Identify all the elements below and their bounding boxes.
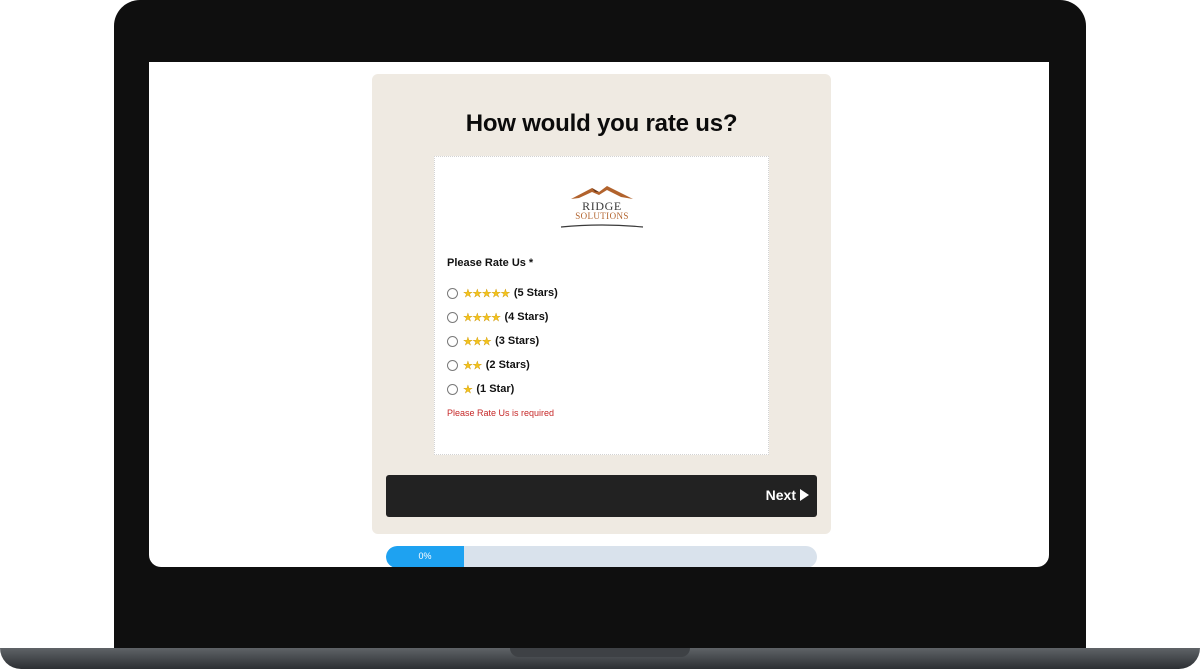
radio-button[interactable] [447,311,458,323]
rating-option-1[interactable]: ★ (1 Star) [447,377,558,401]
question-label: Please Rate Us * [447,257,534,269]
question-card: RIDGE SOLUTIONS Please Rate Us * ★★★★★ (… [434,156,769,455]
radio-button[interactable] [447,287,458,299]
progress-label: 0% [418,551,432,561]
rating-option-3[interactable]: ★★★ (3 Stars) [447,329,558,353]
star-icons: ★★ [463,359,483,372]
progress-bar: 0% [386,546,817,567]
star-icons: ★★★ [463,335,492,348]
next-button-label: Next [765,487,796,503]
radio-button[interactable] [447,335,458,347]
rating-option-5[interactable]: ★★★★★ (5 Stars) [447,281,558,305]
star-icons: ★★★★ [463,311,501,324]
rating-option-4[interactable]: ★★★★ (4 Stars) [447,305,558,329]
radio-button[interactable] [447,383,458,395]
option-label: (4 Stars) [504,311,549,323]
next-button[interactable]: Next [766,487,809,503]
laptop-notch [510,648,690,657]
radio-button[interactable] [447,359,458,371]
option-label: (5 Stars) [513,287,558,299]
star-icons: ★ [463,383,473,396]
rating-option-2[interactable]: ★★ (2 Stars) [447,353,558,377]
logo-text-line2: SOLUTIONS [575,211,629,221]
option-label: (2 Stars) [485,359,530,371]
star-icons: ★★★★★ [463,287,511,300]
option-label: (1 Star) [476,383,515,395]
play-arrow-icon [800,489,809,501]
logo-underline [560,224,644,228]
page-title: How would you rate us? [465,110,738,137]
ridge-solutions-logo: RIDGE SOLUTIONS [559,185,645,229]
option-label: (3 Stars) [495,335,540,347]
navigation-bar: Next [386,475,817,517]
survey-card: How would you rate us? RIDGE SOLUTIONS P… [372,74,831,534]
screen: How would you rate us? RIDGE SOLUTIONS P… [149,62,1049,567]
validation-error: Please Rate Us is required [447,408,555,418]
rating-options: ★★★★★ (5 Stars) ★★★★ (4 Stars) ★★★ (3 St… [447,281,558,401]
